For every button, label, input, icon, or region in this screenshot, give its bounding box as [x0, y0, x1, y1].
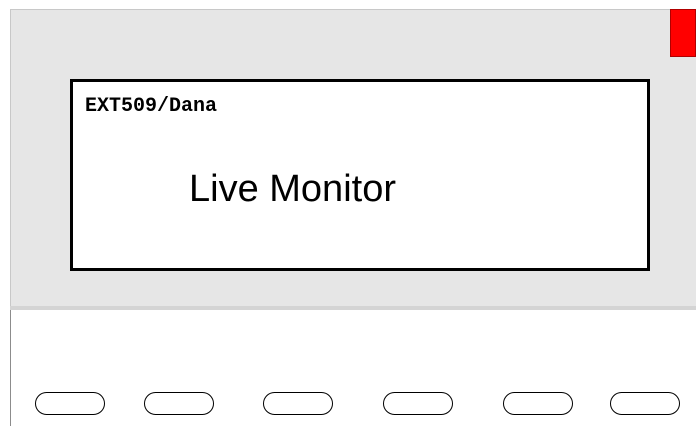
softkey-1[interactable]	[35, 392, 105, 415]
lcd-display: EXT509/Dana Live Monitor	[70, 79, 650, 271]
softkey-3[interactable]	[263, 392, 333, 415]
softkey-5[interactable]	[503, 392, 573, 415]
softkey-4[interactable]	[383, 392, 453, 415]
softkey-2[interactable]	[144, 392, 214, 415]
softkey-6[interactable]	[610, 392, 680, 415]
status-text: Live Monitor	[189, 168, 396, 210]
extension-label: EXT509/Dana	[85, 95, 218, 118]
phone-device: EXT509/Dana Live Monitor	[0, 0, 696, 426]
softkey-panel	[10, 310, 696, 426]
message-indicator-light	[670, 9, 696, 57]
